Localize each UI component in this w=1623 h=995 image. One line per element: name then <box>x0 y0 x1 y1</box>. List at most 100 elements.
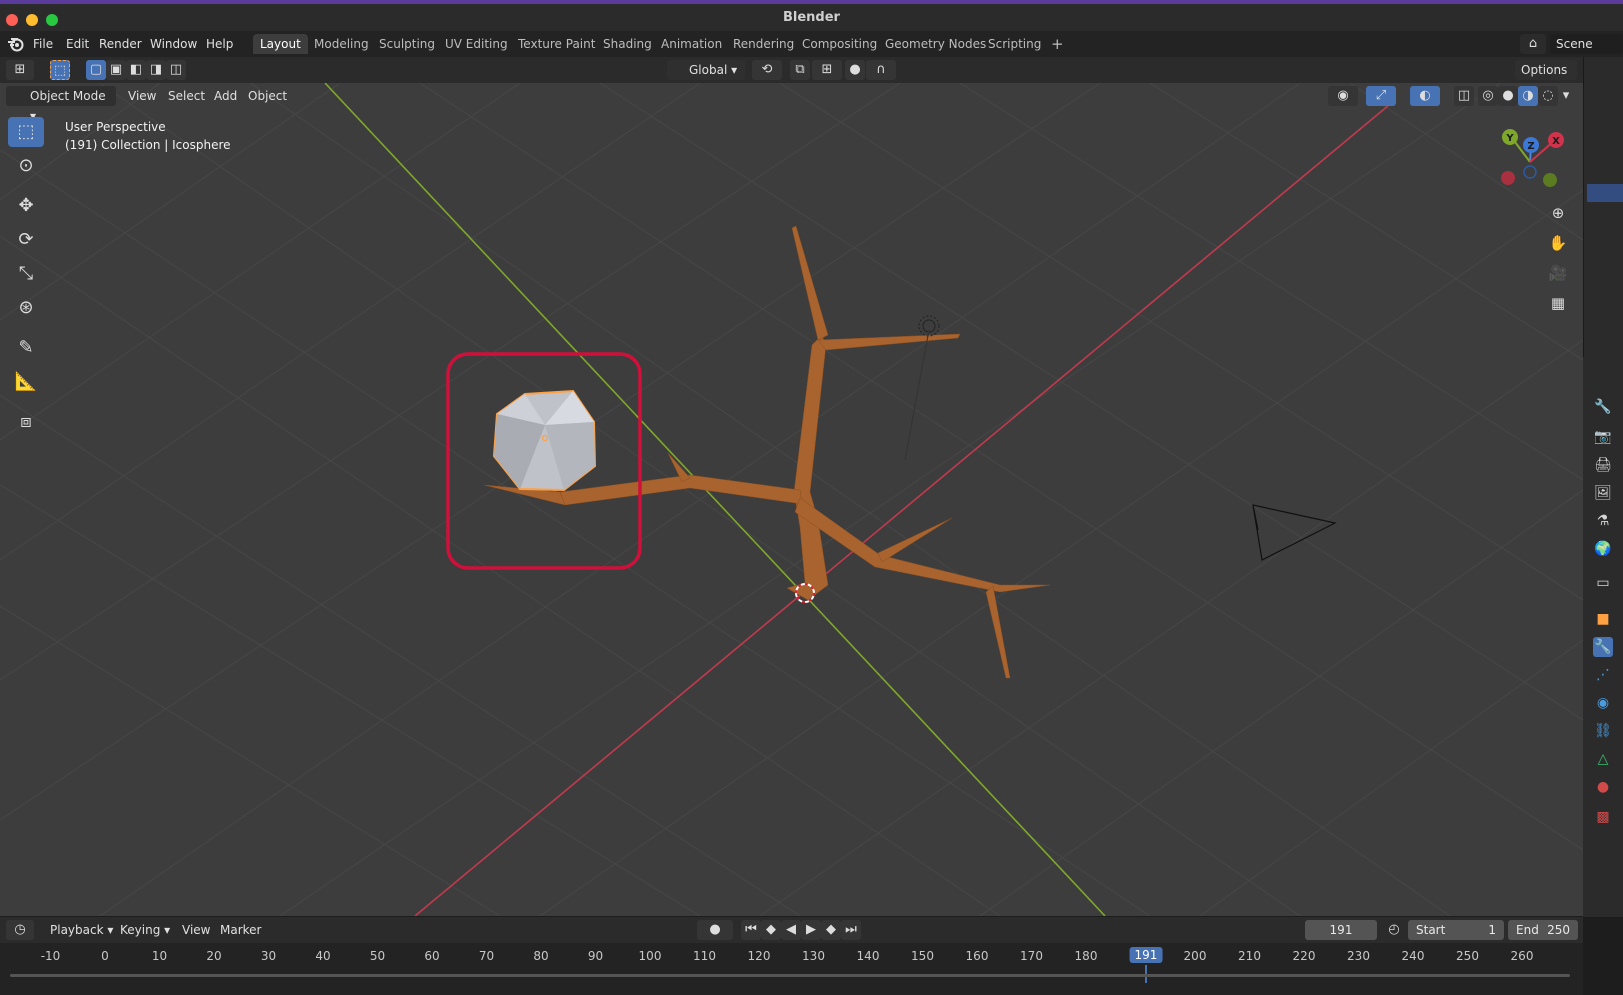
wireframe-shading-icon[interactable]: ◎ <box>1478 86 1498 106</box>
snap-toggle-icon[interactable]: ⧉ <box>790 60 810 80</box>
menu-object[interactable]: Object <box>242 86 293 106</box>
menu-file[interactable]: File <box>33 37 53 51</box>
menu-render[interactable]: Render <box>99 37 142 51</box>
xray-toggle-icon[interactable]: ◫ <box>1454 86 1474 106</box>
collection-properties-icon[interactable]: ▭ <box>1593 573 1613 593</box>
select-box-tool-icon[interactable]: ⬚ <box>8 117 44 147</box>
jump-start-icon[interactable]: ⏮ <box>741 920 761 940</box>
object-properties-icon[interactable]: ■ <box>1593 609 1613 629</box>
outliner-edge[interactable] <box>1583 57 1623 357</box>
shading-options-icon[interactable]: ▾ <box>1558 86 1574 106</box>
rendered-shading-icon[interactable]: ◌ <box>1538 86 1558 106</box>
constraints-properties-icon[interactable]: ⛓ <box>1593 721 1613 741</box>
measure-tool-icon[interactable]: 📐 <box>8 367 44 397</box>
mode-new-icon[interactable]: ▢ <box>86 60 106 80</box>
ortho-grid-icon[interactable]: ▦ <box>1548 293 1568 313</box>
scene-selector-icon[interactable]: ⌂ <box>1520 34 1546 54</box>
play-icon[interactable]: ▶ <box>801 920 821 940</box>
auto-keying-icon[interactable]: ● <box>697 920 733 940</box>
pivot-point-icon[interactable]: ⟲ <box>752 60 782 80</box>
overlays-toggle-icon[interactable]: ◐ <box>1410 86 1440 106</box>
texture-properties-icon[interactable]: ▩ <box>1593 807 1613 827</box>
tab-compositing[interactable]: Compositing <box>795 34 884 54</box>
scene-name-field[interactable]: Scene <box>1550 34 1623 54</box>
menu-help[interactable]: Help <box>206 37 233 51</box>
zoom-icon[interactable]: ⊕ <box>1548 203 1568 223</box>
particles-properties-icon[interactable]: ⋰ <box>1593 665 1613 685</box>
mode-intersect-icon[interactable]: ◫ <box>166 60 186 80</box>
add-workspace-icon[interactable]: + <box>1044 34 1071 54</box>
scale-tool-icon[interactable]: ⤡ <box>8 259 44 289</box>
menu-add[interactable]: Add <box>208 86 243 106</box>
keying-dropdown[interactable]: Keying ▾ <box>114 920 176 940</box>
tab-texture-paint[interactable]: Texture Paint <box>511 34 602 54</box>
mode-extend-icon[interactable]: ▣ <box>106 60 126 80</box>
menu-view[interactable]: View <box>122 86 162 106</box>
solid-shading-icon[interactable]: ● <box>1498 86 1518 106</box>
editor-type-icon[interactable]: ⊞ <box>6 60 34 80</box>
transform-tool-icon[interactable]: ⊛ <box>8 293 44 323</box>
viewport-canvas[interactable]: Y Z X <box>0 83 1583 916</box>
start-frame-field[interactable]: Start 1 <box>1408 920 1504 940</box>
menu-edit[interactable]: Edit <box>66 37 89 51</box>
options-dropdown[interactable]: Options ▾ <box>1515 60 1577 97</box>
view-layer-properties-icon[interactable]: 🖼 <box>1593 483 1613 503</box>
tool-properties-icon[interactable]: 🔧 <box>1593 397 1613 417</box>
blender-logo-icon[interactable] <box>7 36 25 52</box>
tab-geometry-nodes[interactable]: Geometry Nodes <box>878 34 993 54</box>
tab-layout[interactable]: Layout <box>253 34 308 54</box>
world-properties-icon[interactable]: 🌍 <box>1593 539 1613 559</box>
timeline-scrollbar[interactable] <box>0 971 1575 979</box>
output-properties-icon[interactable]: 🖨 <box>1593 455 1613 475</box>
visibility-eye-icon[interactable]: ◉ <box>1328 86 1358 106</box>
select-tool-icon[interactable]: ⬚ <box>50 60 70 80</box>
scene-properties-icon[interactable]: ⚗ <box>1593 511 1613 531</box>
timeline-area[interactable]: -10 0 10 20 30 40 50 60 70 80 90 100 110 120 130 140 150… <box>0 943 1583 995</box>
tab-animation[interactable]: Animation <box>654 34 729 54</box>
end-frame-field[interactable]: End 250 <box>1508 920 1578 940</box>
falloff-icon[interactable]: ∩ <box>866 60 896 80</box>
timeline-editor-type-icon[interactable]: ◷ <box>6 920 34 940</box>
tab-rendering[interactable]: Rendering <box>726 34 801 54</box>
tab-shading[interactable]: Shading <box>596 34 659 54</box>
data-properties-icon[interactable]: △ <box>1593 749 1613 769</box>
jump-prev-keyframe-icon[interactable]: ◆ <box>761 920 781 940</box>
mode-invert-icon[interactable]: ◨ <box>146 60 166 80</box>
playback-dropdown[interactable]: Playback ▾ <box>44 920 119 940</box>
camera-view-icon[interactable]: 🎥 <box>1548 263 1568 283</box>
pan-hand-icon[interactable]: ✋ <box>1548 233 1568 253</box>
jump-end-icon[interactable]: ⏭ <box>841 920 861 940</box>
timeline-view-menu[interactable]: View <box>176 920 216 940</box>
object-mode-dropdown[interactable]: Object Mode ▾ <box>6 86 116 123</box>
scrollbar-thumb[interactable] <box>10 974 1570 977</box>
physics-properties-icon[interactable]: ◉ <box>1593 693 1613 713</box>
gizmo-toggle-icon[interactable]: ⤢ <box>1366 86 1396 106</box>
material-shading-icon[interactable]: ◑ <box>1518 86 1538 106</box>
transform-orientation-dropdown[interactable]: Global ▾ <box>667 60 745 80</box>
tab-scripting[interactable]: Scripting <box>981 34 1048 54</box>
add-cube-tool-icon[interactable]: ⧈ <box>8 407 44 437</box>
snap-target-icon[interactable]: ⊞ <box>812 60 842 80</box>
navigation-gizmo[interactable]: Y Z X <box>1501 129 1564 187</box>
icosphere-selected-object[interactable] <box>492 389 597 492</box>
current-frame-indicator[interactable]: 191 <box>1129 947 1163 963</box>
annotate-tool-icon[interactable]: ✎ <box>8 333 44 363</box>
proportional-edit-icon[interactable]: ● <box>845 60 865 80</box>
timeline-marker-menu[interactable]: Marker <box>214 920 267 940</box>
outliner-selected-row[interactable] <box>1587 184 1623 202</box>
preview-range-icon[interactable]: ◴ <box>1384 920 1404 940</box>
rotate-tool-icon[interactable]: ⟳ <box>8 225 44 255</box>
tab-sculpting[interactable]: Sculpting <box>372 34 442 54</box>
modifier-properties-icon[interactable]: 🔧 <box>1593 637 1613 657</box>
3d-viewport[interactable]: Y Z X User Perspective (191) Collection … <box>0 83 1583 916</box>
cursor-tool-icon[interactable]: ⊙ <box>8 151 44 181</box>
menu-window[interactable]: Window <box>150 37 197 51</box>
menu-select[interactable]: Select <box>162 86 211 106</box>
jump-next-keyframe-icon[interactable]: ◆ <box>821 920 841 940</box>
move-tool-icon[interactable]: ✥ <box>8 191 44 221</box>
mode-subtract-icon[interactable]: ◧ <box>126 60 146 80</box>
render-properties-icon[interactable]: 📷 <box>1593 427 1613 447</box>
tab-uv-editing[interactable]: UV Editing <box>438 34 515 54</box>
tab-modeling[interactable]: Modeling <box>307 34 376 54</box>
material-properties-icon[interactable]: ● <box>1593 777 1613 797</box>
